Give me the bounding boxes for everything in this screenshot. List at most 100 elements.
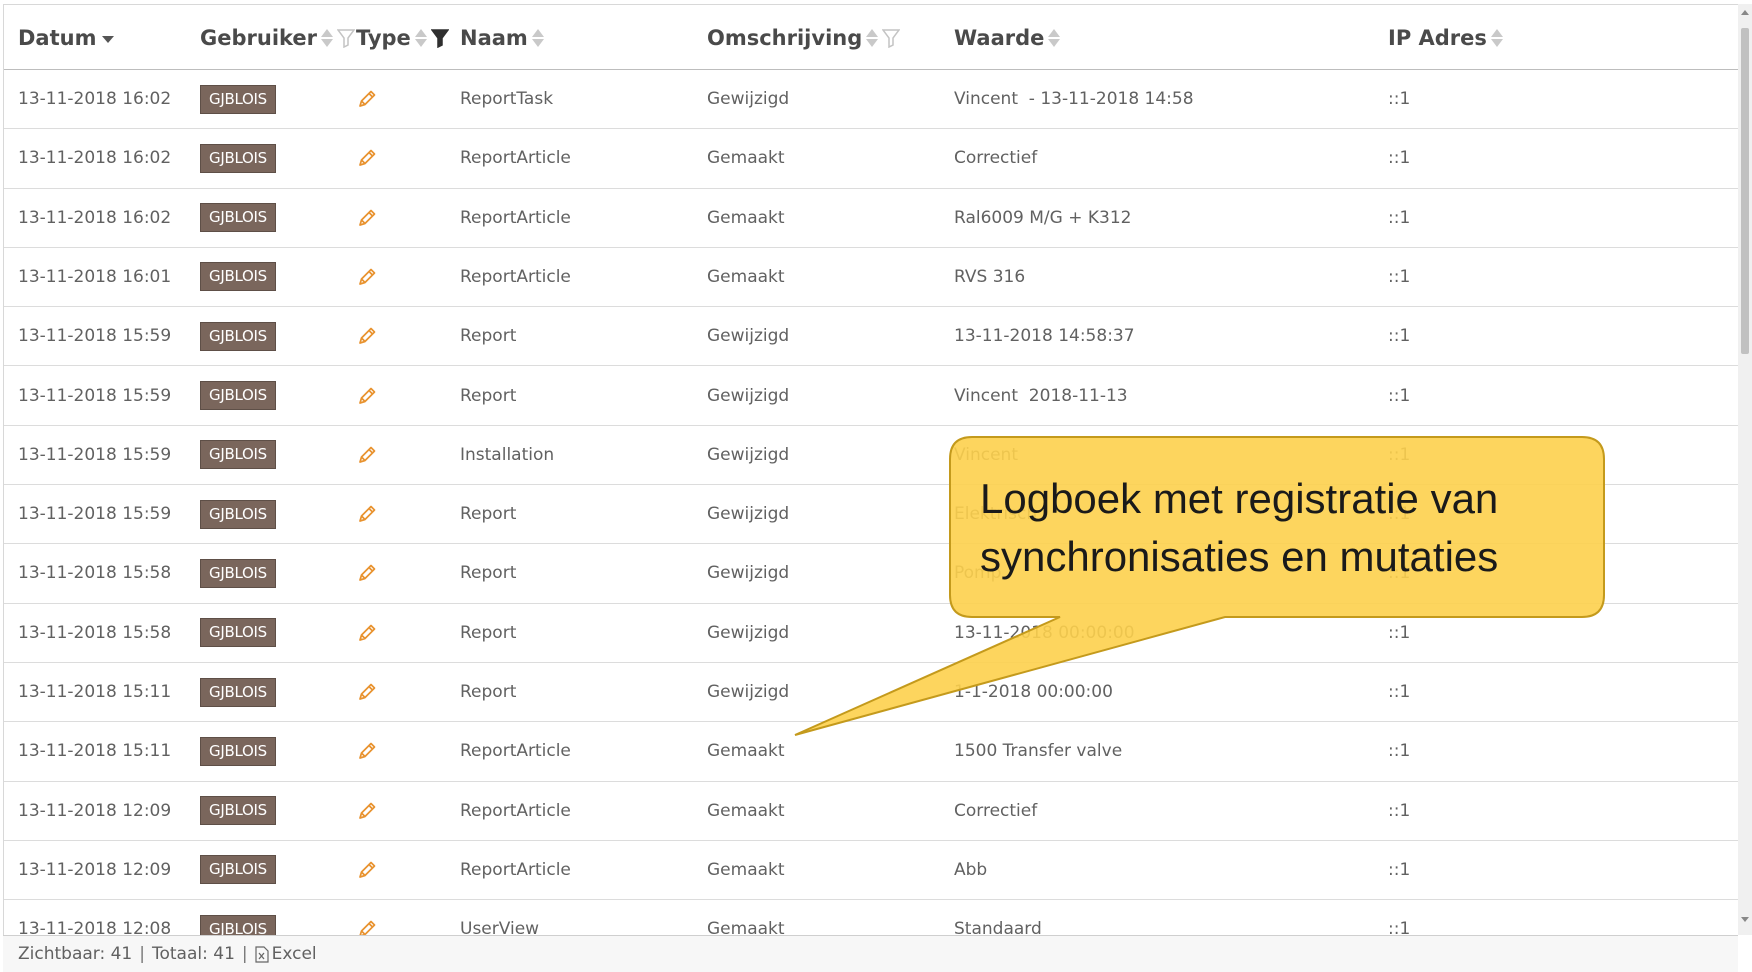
pencil-icon[interactable] <box>356 622 378 644</box>
column-header-gebruiker[interactable]: Gebruiker <box>200 5 356 70</box>
naam-value: ReportArticle <box>460 266 571 287</box>
cell-omschrijving: Gemaakt <box>707 189 785 247</box>
pencil-icon[interactable] <box>356 266 378 288</box>
cell-type <box>356 189 378 247</box>
table-row[interactable]: 13-11-2018 12:09 GJBLOIS ReportArticle Gema… <box>4 781 1738 841</box>
column-header-ip[interactable]: IP Adres <box>1388 5 1504 70</box>
datum-value: 13-11-2018 15:58 <box>18 563 172 584</box>
cell-datum: 13-11-2018 15:58 <box>18 604 171 662</box>
table-row[interactable]: 13-11-2018 16:01 GJBLOIS ReportArticle Gema… <box>4 247 1738 308</box>
cell-datum: 13-11-2018 16:02 <box>18 129 171 187</box>
sort-icon[interactable] <box>1047 28 1061 48</box>
scroll-up-icon[interactable] <box>1741 10 1749 15</box>
table-row[interactable]: 13-11-2018 15:58 GJBLOIS Report Gewijzigd 13… <box>4 603 1738 663</box>
cell-ip: ::1 <box>1388 604 1410 662</box>
table-row[interactable]: 13-11-2018 12:08 GJBLOIS UserView Gemaakt St… <box>4 900 1738 935</box>
column-header-waarde[interactable]: Waarde <box>954 5 1061 70</box>
scroll-down-icon[interactable] <box>1741 917 1749 922</box>
pencil-icon[interactable] <box>356 562 378 584</box>
pencil-icon[interactable] <box>356 207 378 229</box>
filter-icon[interactable] <box>337 28 356 48</box>
column-header-label: Gebruiker <box>200 25 318 50</box>
grid-header: Datum Gebruiker Type Naam Omschrijving W… <box>4 5 1738 70</box>
naam-value: Report <box>460 385 517 406</box>
pencil-icon[interactable] <box>356 859 378 881</box>
grid-footer: Zichtbaar: 41 | Totaal: 41 | Excel <box>3 935 1738 972</box>
sort-icon[interactable] <box>865 28 879 48</box>
cell-ip: ::1 <box>1388 129 1410 187</box>
user-badge: GJBLOIS <box>200 84 276 114</box>
ip-value: ::1 <box>1388 622 1411 643</box>
total-label: Totaal: <box>151 944 208 964</box>
waarde-value: Vincent - 13-11-2018 14:58 <box>954 89 1194 109</box>
vertical-scrollbar[interactable] <box>1738 4 1752 935</box>
pencil-icon[interactable] <box>356 740 378 762</box>
cell-gebruiker: GJBLOIS <box>200 248 276 306</box>
pencil-icon[interactable] <box>356 681 378 703</box>
cell-gebruiker: GJBLOIS <box>200 485 276 543</box>
column-header-naam[interactable]: Naam <box>460 5 545 70</box>
ip-value: ::1 <box>1388 800 1411 821</box>
cell-naam: ReportArticle <box>460 841 571 899</box>
column-header-datum[interactable]: Datum <box>18 5 115 70</box>
pencil-icon[interactable] <box>356 147 378 169</box>
cell-omschrijving: Gemaakt <box>707 782 785 840</box>
filter-icon[interactable] <box>882 28 901 48</box>
waarde-value: Vincent 2018-11-13 <box>954 385 1128 406</box>
naam-value: UserView <box>460 919 540 935</box>
user-badge: GJBLOIS <box>200 558 276 588</box>
pencil-icon[interactable] <box>356 918 378 935</box>
user-badge: GJBLOIS <box>200 143 276 173</box>
user-badge: GJBLOIS <box>200 855 276 885</box>
scrollbar-thumb[interactable] <box>1741 28 1749 354</box>
cell-naam: Report <box>460 485 516 543</box>
pencil-icon[interactable] <box>356 88 378 110</box>
datum-value: 13-11-2018 15:11 <box>18 741 172 762</box>
waarde-value: 1-1-2018 00:00:00 <box>954 682 1113 702</box>
visible-count: 41 <box>110 944 133 964</box>
pencil-icon[interactable] <box>356 444 378 466</box>
datum-value: 13-11-2018 15:11 <box>18 682 172 702</box>
filter-active-icon[interactable] <box>430 28 449 48</box>
excel-export-link[interactable]: Excel <box>255 944 317 964</box>
table-row[interactable]: 13-11-2018 15:59 GJBLOIS Report Gewijzigd 13… <box>4 307 1738 367</box>
table-row[interactable]: 13-11-2018 16:02 GJBLOIS ReportArticle Gema… <box>4 188 1738 248</box>
cell-naam: Report <box>460 307 516 365</box>
user-badge: GJBLOIS <box>200 736 276 766</box>
waarde-value: Ral6009 M/G + K312 <box>954 207 1132 228</box>
cell-omschrijving: Gemaakt <box>707 722 785 780</box>
datum-value: 13-11-2018 16:01 <box>18 266 172 287</box>
omschrijving-value: Gewijzigd <box>707 385 790 406</box>
table-row[interactable]: 13-11-2018 16:02 GJBLOIS ReportTask Gewijzi… <box>4 70 1738 130</box>
cell-naam: ReportArticle <box>460 248 571 306</box>
table-row[interactable]: 13-11-2018 16:02 GJBLOIS ReportArticle Gema… <box>4 129 1738 189</box>
datum-value: 13-11-2018 15:59 <box>18 504 172 525</box>
sort-icon[interactable] <box>1490 28 1504 48</box>
column-header-type[interactable]: Type <box>356 5 449 70</box>
table-row[interactable]: 13-11-2018 12:09 GJBLOIS ReportArticle Gema… <box>4 840 1738 901</box>
sort-icon[interactable] <box>320 28 334 48</box>
cell-type <box>356 663 378 721</box>
ip-value: ::1 <box>1388 919 1411 935</box>
cell-type <box>356 900 378 935</box>
column-header-omschrijving[interactable]: Omschrijving <box>707 5 901 70</box>
cell-type <box>356 841 378 899</box>
table-row[interactable]: 13-11-2018 15:59 GJBLOIS Report Gewijzigd Vi… <box>4 366 1738 426</box>
pencil-icon[interactable] <box>356 385 378 407</box>
cell-gebruiker: GJBLOIS <box>200 841 276 899</box>
pencil-icon[interactable] <box>356 503 378 525</box>
sort-desc-icon[interactable] <box>102 36 115 43</box>
pencil-icon[interactable] <box>356 325 378 347</box>
table-row[interactable]: 13-11-2018 15:11 GJBLOIS ReportArticle Gema… <box>4 722 1738 782</box>
cell-datum: 13-11-2018 15:11 <box>18 663 171 721</box>
cell-datum: 13-11-2018 15:59 <box>18 426 171 484</box>
datum-value: 13-11-2018 12:09 <box>18 800 172 821</box>
datum-value: 13-11-2018 16:02 <box>18 207 172 228</box>
sort-icon[interactable] <box>414 28 428 48</box>
omschrijving-value: Gemaakt <box>707 741 785 762</box>
cell-omschrijving: Gewijzigd <box>707 544 789 602</box>
sort-icon[interactable] <box>531 28 545 48</box>
cell-type <box>356 367 378 425</box>
table-row[interactable]: 13-11-2018 15:11 GJBLOIS Report Gewijzigd 1-… <box>4 663 1738 723</box>
pencil-icon[interactable] <box>356 800 378 822</box>
